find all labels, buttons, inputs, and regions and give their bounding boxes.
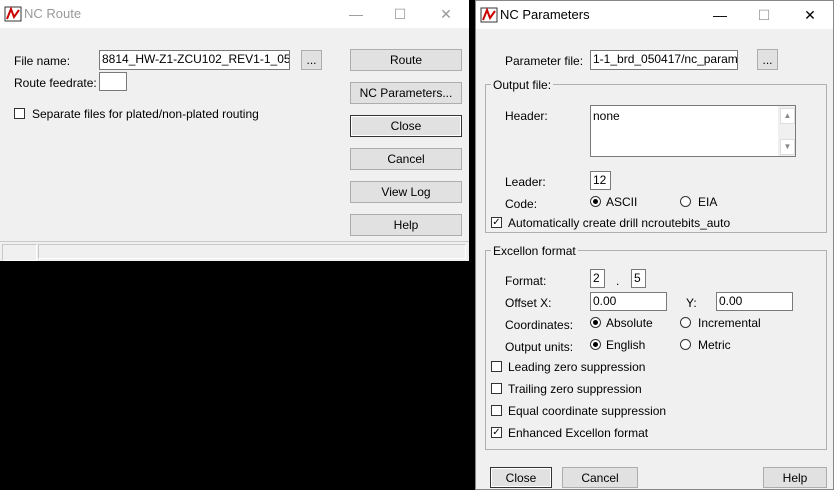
nc-parameters-window: NC Parameters — ☐ ✕ Parameter file: 1-1_… — [475, 0, 834, 490]
header-text: none — [593, 109, 620, 123]
nc-route-titlebar[interactable]: NC Route — ☐ ✕ — [0, 0, 469, 28]
units-english-radio[interactable] — [590, 339, 601, 350]
params-help-button[interactable]: Help — [763, 467, 827, 488]
scroll-up-icon[interactable]: ▲ — [780, 108, 795, 124]
parameter-file-label: Parameter file: — [505, 54, 584, 68]
nc-route-window: NC Route — ☐ ✕ File name: 8814_HW-Z1-ZCU… — [0, 0, 469, 261]
cancel-button[interactable]: Cancel — [350, 148, 462, 170]
app-icon — [4, 6, 22, 22]
equal-coordinate-label: Equal coordinate suppression — [508, 404, 667, 418]
params-cancel-button[interactable]: Cancel — [562, 467, 638, 488]
parameter-file-field[interactable]: 1-1_brd_050417/nc_param.txt — [590, 50, 738, 70]
route-feedrate-label: Route feedrate: — [14, 76, 97, 90]
coordinates-incremental-label: Incremental — [698, 316, 761, 330]
enhanced-excellon-checkbox[interactable]: ✓ — [491, 427, 502, 438]
code-ascii-radio[interactable] — [590, 196, 601, 207]
maximize-icon[interactable]: ☐ — [380, 2, 420, 26]
window-title: NC Route — [24, 6, 82, 21]
output-file-group-label: Output file: — [491, 78, 554, 92]
route-feedrate-field[interactable] — [99, 72, 127, 91]
format-integer-field[interactable]: 2 — [590, 269, 605, 288]
units-metric-label: Metric — [698, 338, 731, 352]
trailing-zero-checkbox[interactable] — [491, 383, 502, 394]
file-browse-button[interactable]: ... — [301, 50, 322, 70]
leader-label: Leader: — [505, 175, 546, 189]
offset-y-field[interactable]: 0.00 — [716, 292, 793, 311]
help-button[interactable]: Help — [350, 214, 462, 236]
code-ascii-label: ASCII — [606, 195, 638, 209]
offset-x-field[interactable]: 0.00 — [590, 292, 667, 311]
close-button[interactable]: Close — [350, 115, 462, 137]
status-bar — [0, 241, 469, 261]
header-scrollbar[interactable]: ▲ ▼ — [778, 106, 795, 156]
status-pane-2 — [38, 244, 466, 259]
trailing-zero-label: Trailing zero suppression — [508, 382, 642, 396]
format-separator: . — [616, 274, 620, 288]
window-title: NC Parameters — [500, 7, 590, 22]
app-icon — [480, 7, 498, 23]
units-metric-radio[interactable] — [680, 339, 691, 350]
separate-files-checkbox[interactable] — [14, 108, 25, 119]
code-label: Code: — [505, 197, 538, 211]
auto-create-checkbox[interactable]: ✓ — [491, 217, 502, 228]
header-textarea[interactable]: none ▲ ▼ — [590, 105, 796, 157]
route-button[interactable]: Route — [350, 49, 462, 71]
units-english-label: English — [606, 338, 646, 352]
code-eia-radio[interactable] — [680, 196, 691, 207]
minimize-icon[interactable]: — — [336, 2, 376, 26]
header-label: Header: — [505, 109, 548, 123]
coordinates-absolute-label: Absolute — [606, 316, 653, 330]
params-close-button[interactable]: Close — [490, 467, 552, 488]
output-units-label: Output units: — [505, 340, 574, 354]
coordinates-incremental-radio[interactable] — [680, 317, 691, 328]
leader-field[interactable]: 12 — [590, 171, 611, 190]
minimize-icon[interactable]: — — [700, 3, 740, 27]
coordinates-label: Coordinates: — [505, 318, 574, 332]
enhanced-excellon-label: Enhanced Excellon format — [508, 426, 649, 440]
excellon-format-group-label: Excellon format — [491, 244, 578, 258]
leading-zero-label: Leading zero suppression — [508, 360, 646, 374]
leading-zero-checkbox[interactable] — [491, 361, 502, 372]
nc-parameters-button[interactable]: NC Parameters... — [350, 82, 462, 104]
parameter-file-browse-button[interactable]: ... — [757, 49, 778, 70]
maximize-icon[interactable]: ☐ — [744, 3, 784, 27]
equal-coordinate-checkbox[interactable] — [491, 405, 502, 416]
nc-parameters-titlebar[interactable]: NC Parameters — ☐ ✕ — [476, 1, 833, 29]
format-decimal-field[interactable]: 5 — [631, 269, 646, 288]
file-name-label: File name: — [14, 54, 71, 68]
offset-x-label: Offset X: — [505, 296, 552, 310]
format-label: Format: — [505, 274, 547, 288]
offset-y-label: Y: — [686, 296, 697, 310]
coordinates-absolute-radio[interactable] — [590, 317, 601, 328]
auto-create-label: Automatically create drill ncroutebits_a… — [508, 216, 731, 230]
view-log-button[interactable]: View Log — [350, 181, 462, 203]
close-icon[interactable]: ✕ — [426, 2, 466, 26]
close-icon[interactable]: ✕ — [790, 3, 830, 27]
code-eia-label: EIA — [698, 195, 718, 209]
separate-files-label: Separate files for plated/non-plated rou… — [32, 107, 259, 121]
status-pane-1 — [2, 244, 37, 261]
file-name-field[interactable]: 8814_HW-Z1-ZCU102_REV1-1_0504 — [99, 50, 290, 70]
scroll-down-icon[interactable]: ▼ — [780, 139, 795, 155]
